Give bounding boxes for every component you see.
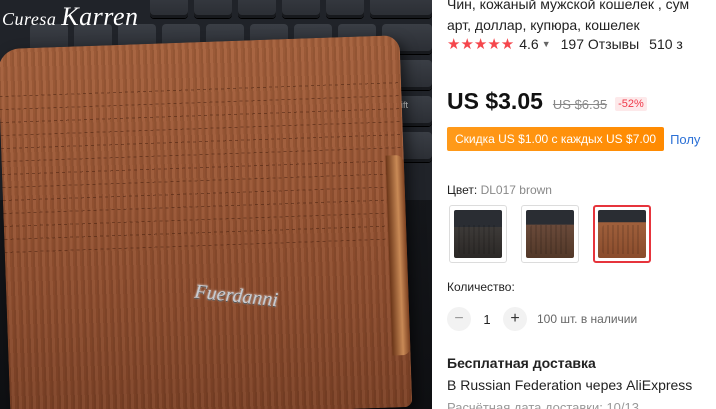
orders-count: 510 з (649, 36, 683, 52)
rating-row: ★★★★★ 4.6 ▼ 197 Отзывы 510 з (447, 35, 683, 53)
rating-stars-icon: ★★★★★ (447, 36, 515, 53)
product-info-panel: Чин, кожаный мужской кошелек , сум арт, … (447, 0, 716, 409)
product-title-line: Чин, кожаный мужской кошелек , сум (447, 0, 690, 12)
keyboard-key (326, 0, 364, 18)
wallet-photo: Fuerdanni (0, 35, 413, 409)
quantity-input[interactable]: 1 (471, 312, 503, 327)
color-label-row: Цвет: DL017 brown (447, 183, 552, 197)
color-swatches (449, 205, 651, 263)
quantity-label: Количество: (447, 280, 515, 294)
product-image[interactable]: Shift Fuerdanni Curesa Karren (0, 0, 432, 409)
shipping-estimate: Расчётная дата доставки: 10/13 (447, 400, 639, 409)
brand-watermark-first: Curesa (2, 9, 57, 29)
old-price: US $6.35 (552, 97, 608, 112)
quantity-increase-button[interactable]: + (503, 307, 527, 331)
brand-watermark: Curesa Karren (2, 2, 139, 32)
keyboard-key (194, 0, 232, 18)
price-row: US $3.05 US $6.35 -52% (447, 88, 647, 115)
rating-value[interactable]: 4.6 (519, 36, 538, 52)
chevron-down-icon[interactable]: ▼ (542, 39, 551, 49)
get-coupon-link[interactable]: Полу (670, 132, 700, 147)
shipping-subtitle[interactable]: В Russian Federation через AliExpress (447, 377, 692, 393)
current-price: US $3.05 (447, 88, 543, 114)
color-swatch-black[interactable] (449, 205, 507, 263)
wallet-logo: Fuerdanni (193, 280, 280, 312)
stock-available: 100 шт. в наличии (537, 312, 638, 326)
swatch-thumbnail (526, 210, 574, 258)
product-title[interactable]: Чин, кожаный мужской кошелек , сум арт, … (447, 0, 716, 36)
product-title-line: арт, доллар, купюра, кошелек (447, 17, 640, 33)
quantity-decrease-button[interactable]: − (447, 307, 471, 331)
brand-watermark-second: Karren (61, 2, 139, 31)
discount-badge: -52% (615, 97, 647, 111)
coupon-row: Скидка US $1.00 с каждых US $7.00 Полу (447, 127, 700, 151)
keyboard-key (282, 0, 320, 18)
swatch-thumbnail (454, 210, 502, 258)
reviews-link[interactable]: 197 Отзывы (561, 36, 640, 52)
swatch-thumbnail (598, 210, 646, 258)
keyboard-key (238, 0, 276, 18)
shipping-title: Бесплатная доставка (447, 355, 596, 371)
color-value: DL017 brown (480, 183, 552, 197)
keyboard-key (150, 0, 188, 18)
color-swatch-brown[interactable] (593, 205, 651, 263)
keyboard-key (370, 0, 432, 18)
quantity-stepper: − 1 + 100 шт. в наличии (447, 307, 637, 331)
wallet-stitching (0, 75, 407, 260)
coupon-badge[interactable]: Скидка US $1.00 с каждых US $7.00 (447, 127, 665, 151)
color-label: Цвет: (447, 183, 478, 197)
color-swatch-coffee[interactable] (521, 205, 579, 263)
